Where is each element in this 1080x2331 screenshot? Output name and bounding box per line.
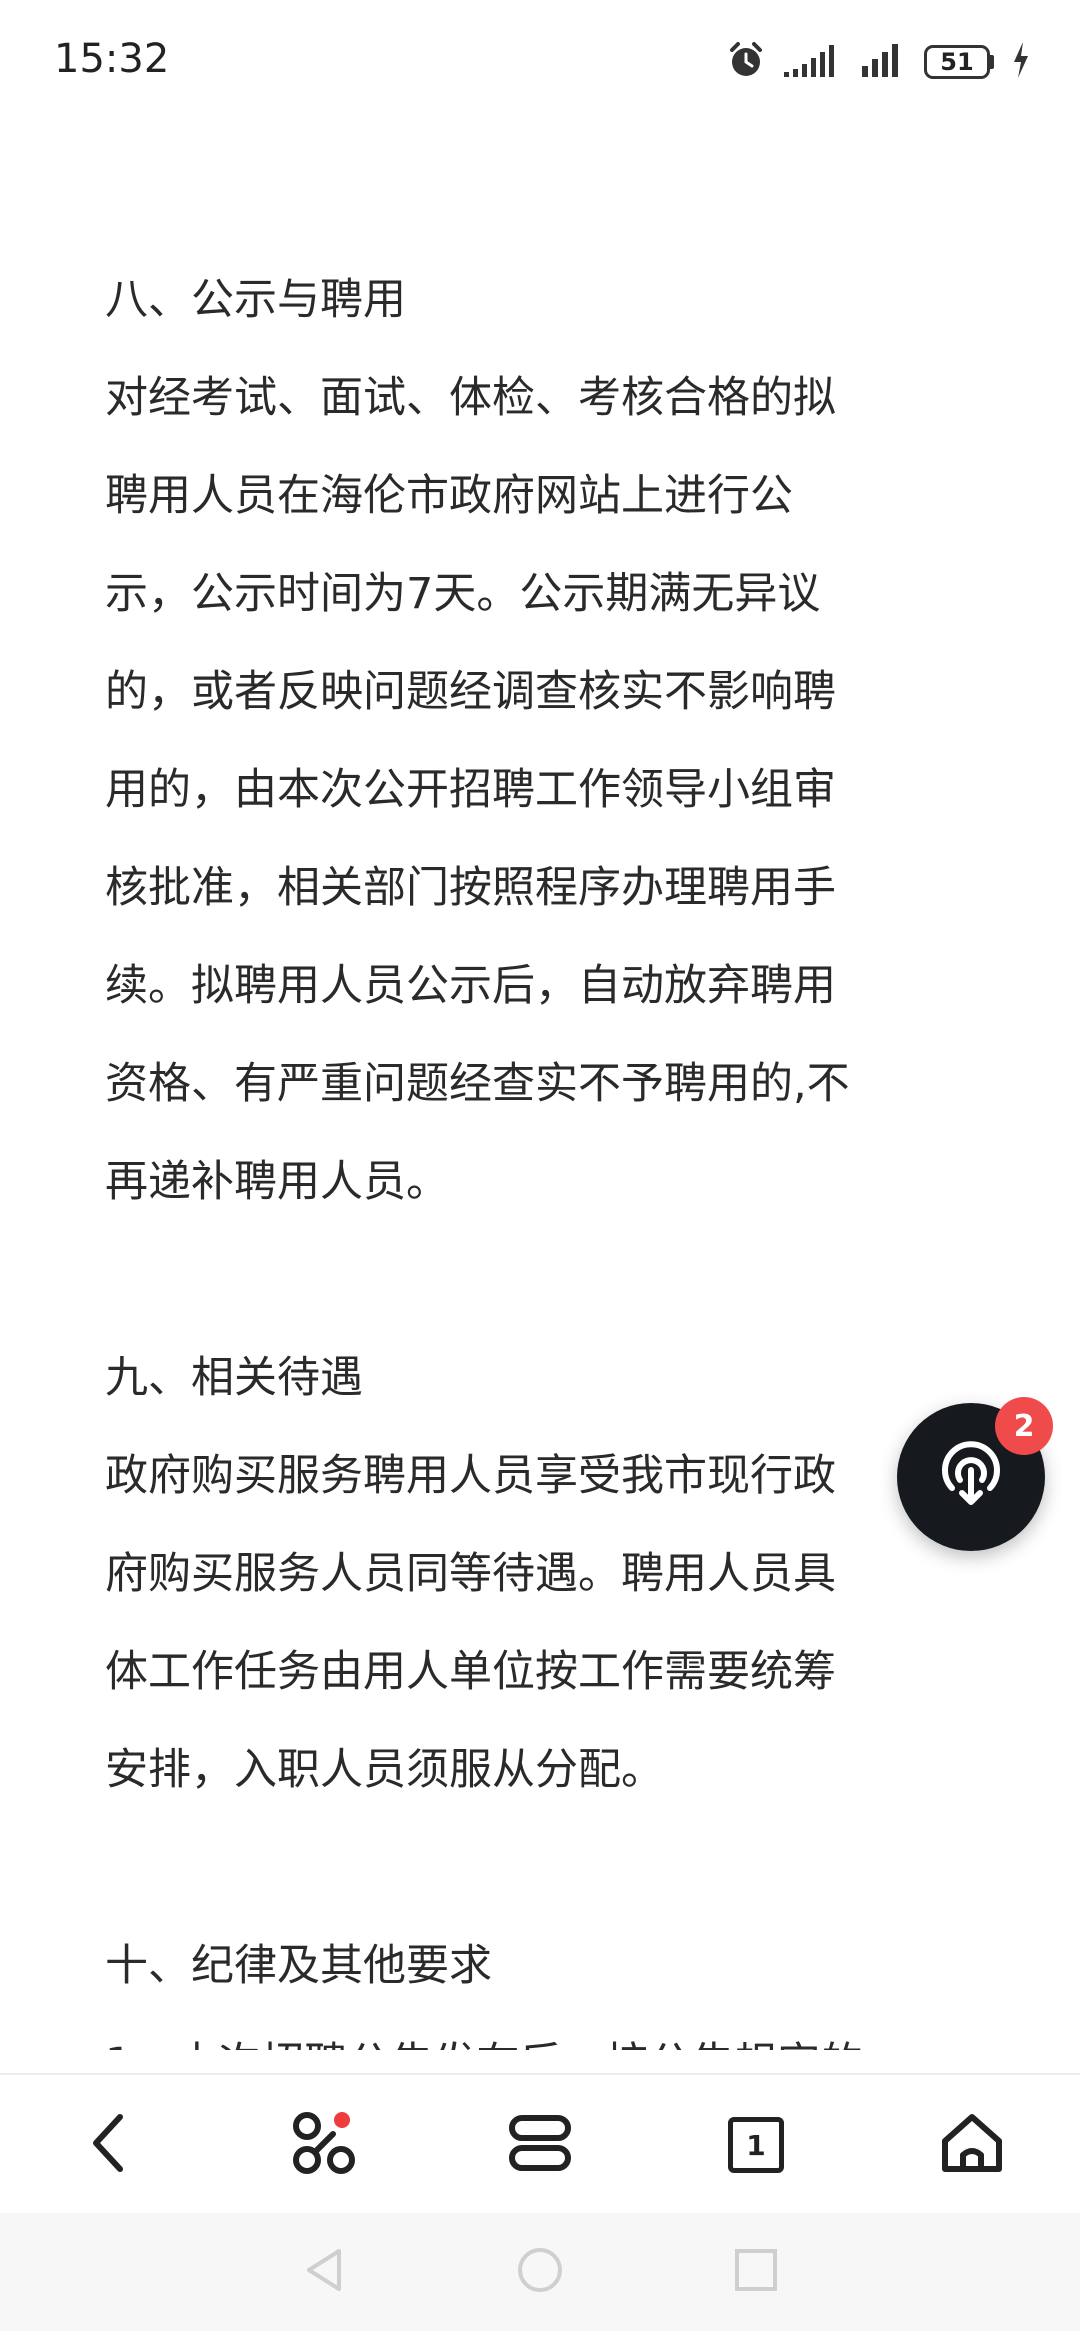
article-line: 的，或者反映问题经调查核实不影响聘 — [105, 667, 836, 717]
menu-button[interactable] — [432, 2075, 648, 2215]
nav-home-icon — [516, 2246, 564, 2298]
browser-toolbar: 1 — [0, 2073, 1080, 2215]
article-line: 资格、有严重问题经查实不予聘用的,不 — [105, 1059, 850, 1109]
article-line: 对经考试、面试、体检、考核合格的拟 — [105, 373, 836, 423]
article-line: 政府购买服务聘用人员享受我市现行政 — [105, 1451, 836, 1501]
nav-back-icon — [303, 2247, 345, 2297]
article-line: 再递补聘用人员。 — [105, 1157, 449, 1207]
article-line: 续。拟聘用人员公示后，自动放弃聘用 — [105, 961, 836, 1011]
battery-icon: 51 — [924, 45, 994, 79]
section-heading-8: 八、公示与聘用 — [105, 275, 406, 325]
back-button[interactable] — [0, 2075, 216, 2215]
menu-icon — [508, 2114, 572, 2176]
signal-icon — [784, 42, 844, 82]
back-icon — [88, 2111, 128, 2179]
podcast-download-icon — [932, 1436, 1010, 1518]
article-line: 示，公示时间为7天。公示期满无异议 — [105, 569, 821, 619]
article-line: 聘用人员在海伦市政府网站上进行公 — [105, 471, 793, 521]
article-line: 安排，入职人员须服从分配。 — [105, 1745, 664, 1795]
article-content: 件，依次优先递补。 八、公示与聘用 对经考试、面试、体检、考核合格的拟 聘用人员… — [105, 55, 985, 2050]
article-line: 用的，由本次公开招聘工作领导小组审 — [105, 765, 836, 815]
nav-recents-icon — [734, 2248, 778, 2296]
article-line: 核批准，相关部门按照程序办理聘用手 — [105, 863, 836, 913]
article-line: 体工作任务由用人单位按工作需要统筹 — [105, 1647, 836, 1697]
apps-button[interactable] — [216, 2075, 432, 2215]
nav-home-button[interactable] — [432, 2213, 648, 2331]
section-heading-9: 九、相关待遇 — [105, 1353, 363, 1403]
section-heading-10: 十、纪律及其他要求 — [105, 1941, 492, 1991]
charging-icon — [1012, 42, 1030, 82]
home-icon — [939, 2111, 1005, 2179]
signal-icon — [862, 42, 906, 82]
status-time: 15:32 — [54, 36, 170, 82]
status-icons: 51 — [726, 40, 1030, 84]
nav-back-button[interactable] — [216, 2213, 432, 2331]
home-button[interactable] — [864, 2075, 1080, 2215]
apps-notification-dot — [334, 2112, 350, 2128]
tabs-button[interactable]: 1 — [648, 2075, 864, 2215]
notification-badge: 2 — [995, 1397, 1053, 1455]
article-partial-bottom: 1、本次招聘公告发布后，按公告规定的 — [105, 2015, 985, 2050]
tabs-icon: 1 — [728, 2117, 784, 2173]
nav-recents-button[interactable] — [648, 2213, 864, 2331]
battery-level: 51 — [924, 45, 990, 79]
status-bar: 15:32 51 — [0, 0, 1080, 125]
floating-listen-button[interactable]: 2 — [897, 1397, 1053, 1551]
alarm-icon — [726, 40, 766, 84]
system-nav-bar — [0, 2213, 1080, 2331]
article-line: 府购买服务人员同等待遇。聘用人员具 — [105, 1549, 836, 1599]
